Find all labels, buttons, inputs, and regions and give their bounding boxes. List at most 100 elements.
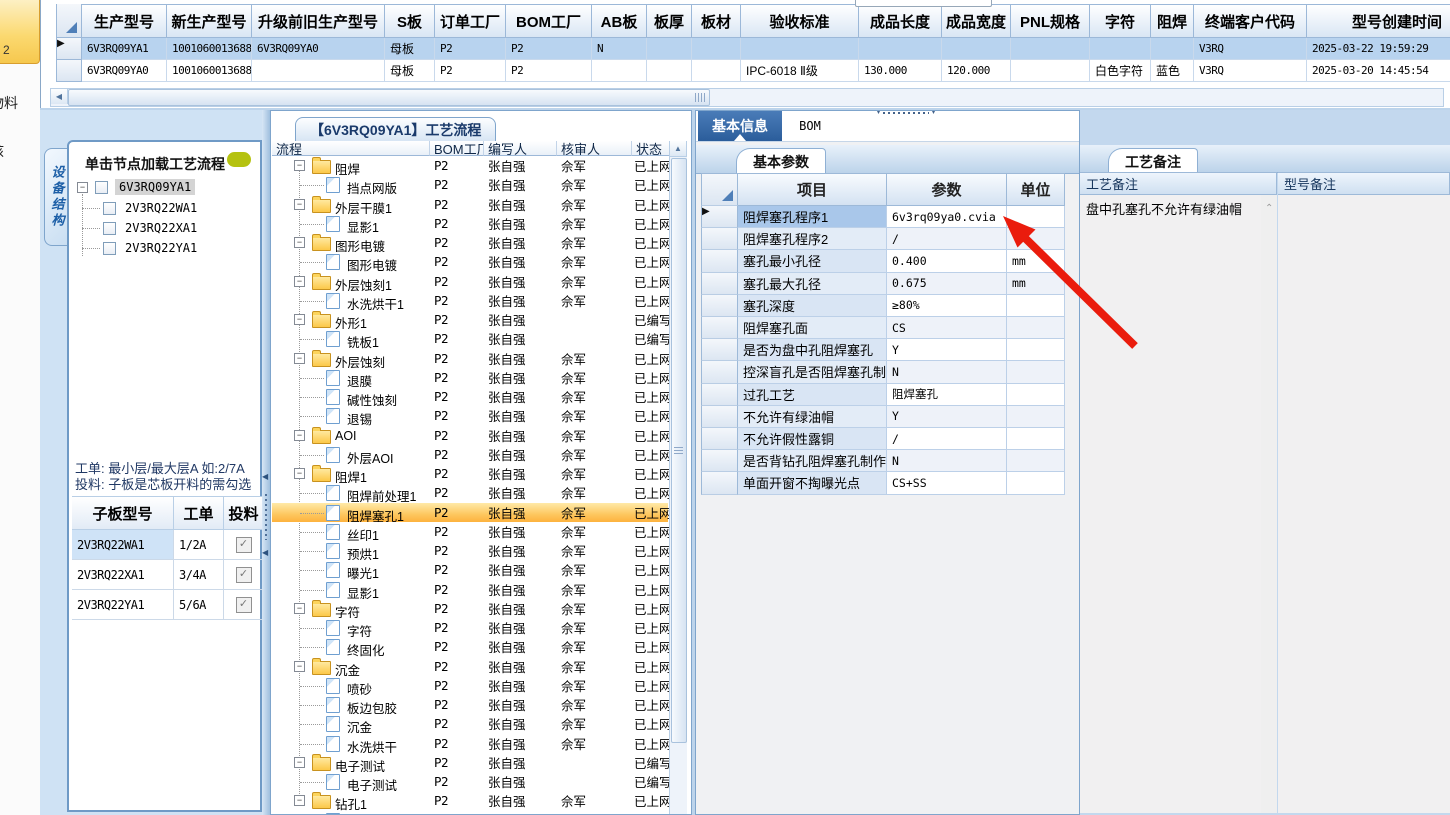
column-header-14[interactable]: 阻焊 — [1151, 4, 1194, 38]
param-item-cell[interactable]: 是否背钻孔阻焊塞孔制作 — [738, 450, 887, 473]
flow-row[interactable]: − 图形电镀 P2 张自强 佘军 已上网 — [272, 233, 670, 252]
flow-row[interactable]: 丝印1 P2 张自强 佘军 已上网 — [272, 522, 670, 541]
param-value-cell[interactable]: 阻焊塞孔 — [887, 383, 1007, 406]
param-value-cell[interactable]: Y — [887, 339, 1007, 362]
flow-expander-icon[interactable]: − — [294, 314, 305, 325]
grid-cell[interactable]: 130.000 — [859, 60, 942, 82]
flow-row[interactable]: 终固化 P2 张自强 佘军 已上网 — [272, 637, 670, 657]
param-unit-cell[interactable] — [1007, 206, 1065, 229]
param-value-cell[interactable]: ≥80% — [887, 294, 1007, 317]
column-header-11[interactable]: 成品宽度 — [942, 4, 1011, 38]
flow-vscrollbar[interactable]: ▲ — [669, 141, 687, 814]
param-value-cell[interactable]: CS — [887, 317, 1007, 340]
param-item-cell[interactable]: 控深盲孔是否阻焊塞孔制作 — [738, 361, 887, 384]
column-header-5[interactable]: BOM工厂 — [506, 4, 592, 38]
grid-cell[interactable]: 6V3RQ09YA0 — [252, 38, 385, 60]
grid-cell[interactable]: 白色字符 — [1090, 60, 1151, 82]
collapse-left-icon[interactable]: ◀ — [262, 548, 268, 557]
process-remark-header[interactable]: 工艺备注 — [1080, 172, 1277, 195]
flow-row[interactable]: 预烘1 P2 张自强 佘军 已上网 — [272, 541, 670, 560]
param-unit-cell[interactable] — [1007, 317, 1065, 340]
grid-cell[interactable] — [592, 60, 647, 82]
param-unit-cell[interactable] — [1007, 428, 1065, 451]
flow-row[interactable]: 水洗烘干1 P2 张自强 佘军 已上网 — [272, 291, 670, 310]
grid-cell[interactable] — [692, 38, 741, 60]
flow-row[interactable]: − 钻孔1 P2 张自强 佘军 已上网 — [272, 791, 670, 811]
board-model-cell[interactable]: 2V3RQ22WA1 — [72, 530, 174, 560]
param-unit-cell[interactable] — [1007, 361, 1065, 384]
tab-process-flow[interactable]: 【6V3RQ09YA1】工艺流程 — [295, 117, 497, 141]
column-header-12[interactable]: PNL规格 — [1011, 4, 1090, 38]
grid-cell[interactable]: 10010600136881 — [167, 60, 252, 82]
param-row-selector[interactable] — [701, 272, 738, 295]
select-all-corner[interactable] — [56, 4, 82, 38]
flow-row[interactable]: 图形电镀 P2 张自强 佘军 已上网 — [272, 252, 670, 272]
param-value-cell[interactable]: / — [887, 428, 1007, 451]
grid-cell[interactable]: 6V3RQ09YA0 — [82, 60, 167, 82]
row-selector[interactable] — [56, 60, 82, 82]
board-order-cell[interactable]: 5/6A — [174, 590, 224, 620]
param-unit-cell[interactable] — [1007, 228, 1065, 251]
tree-expander-icon[interactable]: − — [77, 182, 88, 193]
param-item-cell[interactable]: 塞孔最小孔径 — [738, 250, 887, 273]
board-column-header[interactable]: 投料 — [224, 496, 264, 530]
tab-process-remarks[interactable]: 工艺备注 — [1108, 148, 1198, 174]
column-header-13[interactable]: 字符 — [1090, 4, 1151, 38]
param-value-cell[interactable]: / — [887, 228, 1007, 251]
grid-cell[interactable] — [741, 38, 859, 60]
flow-expander-icon[interactable]: − — [294, 795, 305, 807]
param-unit-cell[interactable]: mm — [1007, 250, 1065, 273]
flow-expander-icon[interactable]: − — [294, 429, 305, 441]
grid-cell[interactable]: 蓝色 — [1151, 60, 1194, 82]
param-value-cell[interactable]: 6v3rq09ya0.cvia — [887, 206, 1007, 229]
tree-node-child[interactable]: 2V3RQ22WA1 — [125, 201, 197, 215]
flow-column-header[interactable]: 编写人 — [484, 141, 557, 156]
flow-expander-icon[interactable]: − — [294, 352, 305, 364]
horizontal-splitter-handle[interactable]: ▾ ▾ — [860, 109, 952, 116]
flow-row[interactable]: 阻焊前处理1 P2 张自强 佘军 已上网 — [272, 483, 670, 503]
grid-cell[interactable] — [692, 60, 741, 82]
grid-cell[interactable]: 2025-03-20 14:45:54 — [1307, 60, 1450, 82]
grid-cell[interactable]: IPC-6018 Ⅱ级 — [741, 60, 859, 82]
board-order-cell[interactable]: 3/4A — [174, 560, 224, 590]
flow-row[interactable]: 曝光1 P2 张自强 佘军 已上网 — [272, 560, 670, 580]
param-column-header[interactable]: 项目 — [738, 173, 887, 206]
flow-row[interactable]: − AOI P2 张自强 佘军 已上网 — [272, 426, 670, 445]
board-model-cell[interactable]: 2V3RQ22XA1 — [72, 560, 174, 590]
tree-checkbox[interactable] — [103, 202, 116, 215]
column-header-2[interactable]: 升级前旧生产型号 — [252, 4, 385, 38]
flow-row[interactable]: 二钻1 P2 张自强佘军已上网 — [272, 811, 668, 814]
flow-expander-icon[interactable]: − — [294, 468, 305, 479]
param-item-cell[interactable]: 是否为盘中孔阻焊塞孔 — [738, 339, 887, 362]
flow-row[interactable]: − 阻焊1 P2 张自强 佘军 已上网 — [272, 464, 670, 483]
grid-cell[interactable]: P2 — [506, 60, 592, 82]
scroll-up-icon[interactable]: ⌃ — [1265, 203, 1273, 214]
param-row-selector[interactable] — [701, 450, 738, 473]
param-item-cell[interactable]: 不允许有绿油帽 — [738, 405, 887, 428]
feeding-checkbox[interactable]: ✓ — [235, 596, 252, 613]
grid-cell[interactable]: P2 — [435, 38, 506, 60]
hscroll-thumb[interactable] — [68, 89, 710, 106]
flow-column-header[interactable]: 流程 — [272, 141, 430, 156]
grid-cell[interactable]: 母板 — [385, 38, 435, 60]
flow-row[interactable]: − 外层蚀刻1 P2 张自强 佘军 已上网 — [272, 272, 670, 291]
flow-row[interactable]: − 字符 P2 张自强 佘军 已上网 — [272, 599, 670, 618]
scroll-left-icon[interactable]: ◀ — [51, 89, 68, 104]
param-unit-cell[interactable] — [1007, 383, 1065, 406]
param-row-selector[interactable] — [701, 317, 738, 340]
grid-cell[interactable] — [1090, 38, 1151, 60]
tree-node-root[interactable]: 6V3RQ09YA1 — [115, 179, 196, 195]
grid-cell[interactable] — [647, 60, 692, 82]
column-header-8[interactable]: 板材 — [692, 4, 741, 38]
param-row-selector[interactable] — [701, 228, 738, 251]
param-row-selector[interactable]: ▶ — [701, 206, 738, 229]
tab-device-structure[interactable]: 设备结构 — [44, 148, 69, 246]
column-header-6[interactable]: AB板 — [592, 4, 647, 38]
flow-row[interactable]: 字符 P2 张自强 佘军 已上网 — [272, 618, 670, 637]
flow-row[interactable]: 外层AOI P2 张自强 佘军 已上网 — [272, 445, 670, 464]
flow-row[interactable]: 水洗烘干 P2 张自强 佘军 已上网 — [272, 734, 670, 753]
param-value-cell[interactable]: N — [887, 361, 1007, 384]
column-header-16[interactable]: 型号创建时间 — [1307, 4, 1450, 38]
tree-checkbox[interactable] — [95, 181, 108, 194]
model-grid-hscrollbar[interactable]: ◀ — [50, 88, 1444, 107]
